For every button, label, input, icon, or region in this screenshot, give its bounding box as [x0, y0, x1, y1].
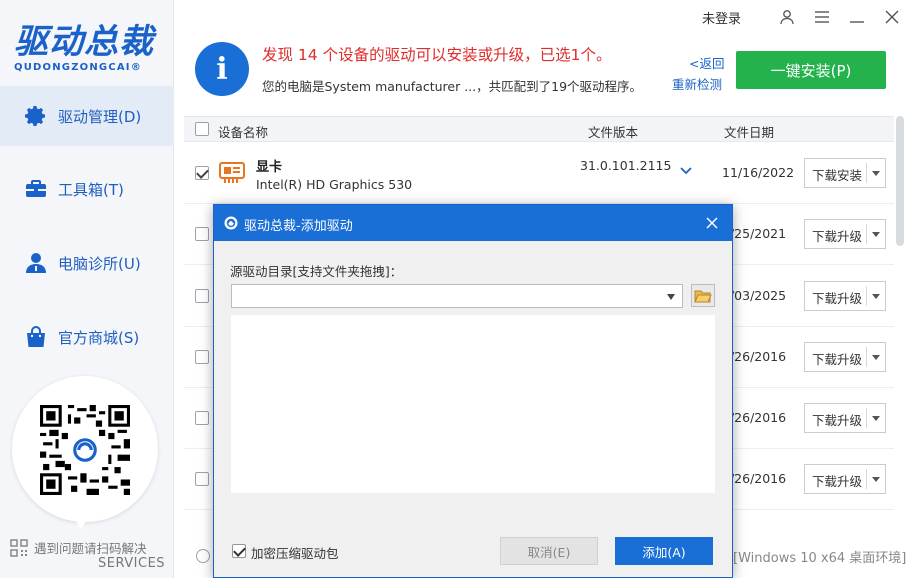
help-scan-hint: 遇到问题请扫码解决: [10, 538, 147, 557]
table-header: 设备名称 文件版本 文件日期: [184, 116, 894, 142]
row-checkbox[interactable]: [195, 289, 209, 303]
scan-result-headline: 发现 14 个设备的驱动可以安装或升级，已选1个。: [262, 46, 612, 64]
sidebar-item-official-store[interactable]: 官方商城(S): [0, 307, 174, 367]
row-checkbox[interactable]: [195, 411, 209, 425]
driver-file-list[interactable]: [231, 315, 715, 493]
dropdown-arrow-icon[interactable]: [872, 416, 880, 421]
table-scrollbar[interactable]: [896, 116, 904, 246]
sidebar-item-toolbox[interactable]: 工具箱(T): [0, 159, 174, 219]
environment-label: [Windows 10 x64 桌面环境]: [733, 551, 907, 566]
source-directory-label: 源驱动目录[支持文件夹拖拽]：: [230, 264, 403, 279]
info-icon: i: [195, 42, 249, 96]
cancel-button[interactable]: 取消(E): [500, 537, 598, 565]
download-upgrade-button[interactable]: 下载升级: [804, 281, 886, 311]
sidebar-item-label: 工具箱(T): [58, 180, 124, 199]
back-link[interactable]: <返回: [689, 53, 724, 72]
download-upgrade-button[interactable]: 下载升级: [804, 219, 886, 249]
row-checkbox[interactable]: [195, 472, 209, 486]
download-upgrade-button[interactable]: 下载升级: [804, 464, 886, 494]
sidebar-item-pc-clinic[interactable]: 电脑诊所(U): [0, 233, 174, 293]
file-version: 31.0.101.2115: [580, 158, 672, 173]
sidebar-item-label: 驱动管理(D): [58, 107, 142, 126]
dialog-title-bar[interactable]: 驱动总裁-添加驱动: [214, 205, 732, 241]
row-checkbox[interactable]: [195, 227, 209, 241]
app-logo: 驱动总裁 QUDONGZONGCAI®: [14, 22, 164, 78]
download-install-button[interactable]: 下载安装: [804, 158, 886, 188]
dropdown-arrow-icon[interactable]: [872, 355, 880, 360]
browse-folder-button[interactable]: [691, 284, 715, 307]
add-driver-dialog: 驱动总裁-添加驱动 源驱动目录[支持文件夹拖拽]： 加密压缩驱动包 取消(E) …: [213, 204, 733, 578]
dropdown-arrow-icon[interactable]: [872, 477, 880, 482]
dropdown-arrow-icon[interactable]: [872, 232, 880, 237]
menu-icon[interactable]: [813, 8, 831, 26]
one-click-install-button[interactable]: 一键安装(P): [736, 51, 886, 89]
add-button[interactable]: 添加(A): [615, 537, 713, 565]
row-radio[interactable]: [196, 549, 210, 563]
chevron-down-icon[interactable]: [680, 167, 692, 175]
dropdown-arrow-icon[interactable]: [667, 294, 675, 300]
encrypt-package-label[interactable]: 加密压缩驱动包: [251, 543, 339, 562]
help-text: 遇到问题请扫码解决: [34, 541, 147, 556]
device-name: 显卡: [256, 160, 283, 175]
dialog-title: 驱动总裁-添加驱动: [244, 219, 353, 234]
sidebar-item-label: 官方商城(S): [58, 328, 140, 347]
qr-bubble-tail: [72, 515, 90, 529]
download-upgrade-button[interactable]: 下载升级: [804, 342, 886, 372]
device-model: Intel(R) HD Graphics 530: [256, 177, 413, 192]
source-directory-combobox[interactable]: [231, 284, 683, 308]
qr-scan-icon: [10, 538, 28, 557]
column-device-name: 设备名称: [218, 125, 269, 140]
row-checkbox[interactable]: [195, 350, 209, 364]
encrypt-package-checkbox[interactable]: [232, 544, 246, 558]
gear-icon: [24, 104, 48, 128]
logo-chinese: 驱动总裁: [14, 22, 154, 62]
toolbox-icon: [24, 177, 48, 201]
select-all-checkbox[interactable]: [195, 122, 209, 136]
dropdown-arrow-icon[interactable]: [872, 294, 880, 299]
sidebar: 驱动总裁 QUDONGZONGCAI® 驱动管理(D) 工具箱(T) 电脑诊所(…: [0, 0, 174, 578]
close-icon[interactable]: [883, 8, 901, 26]
close-icon[interactable]: [704, 215, 720, 231]
scan-result-subline: 您的电脑是System manufacturer ...，共匹配到了19个驱动程…: [262, 79, 643, 94]
doctor-icon: [24, 251, 48, 275]
sidebar-item-driver-management[interactable]: 驱动管理(D): [0, 86, 174, 146]
file-date: 11/16/2022: [722, 165, 795, 180]
redetect-link[interactable]: 重新检测: [672, 74, 722, 93]
folder-open-icon: [694, 290, 712, 302]
app-gear-icon: [224, 216, 238, 230]
table-row: 显卡 Intel(R) HD Graphics 530 31.0.101.211…: [184, 143, 894, 204]
dropdown-arrow-icon[interactable]: [872, 171, 880, 176]
shopping-bag-icon: [24, 325, 48, 349]
download-upgrade-button[interactable]: 下载升级: [804, 403, 886, 433]
graphics-card-icon: [219, 162, 245, 183]
qr-code-icon: [40, 405, 130, 495]
user-icon[interactable]: [778, 8, 796, 26]
window-controls: 未登录: [702, 6, 901, 28]
login-status[interactable]: 未登录: [702, 8, 741, 27]
sidebar-item-label: 电脑诊所(U): [58, 254, 141, 273]
column-file-version: 文件版本: [588, 125, 639, 140]
services-text: SERVICES: [98, 556, 166, 571]
minimize-icon[interactable]: [848, 8, 866, 26]
column-file-date: 文件日期: [724, 125, 775, 140]
row-checkbox[interactable]: [195, 166, 209, 180]
logo-english: QUDONGZONGCAI®: [14, 62, 142, 73]
